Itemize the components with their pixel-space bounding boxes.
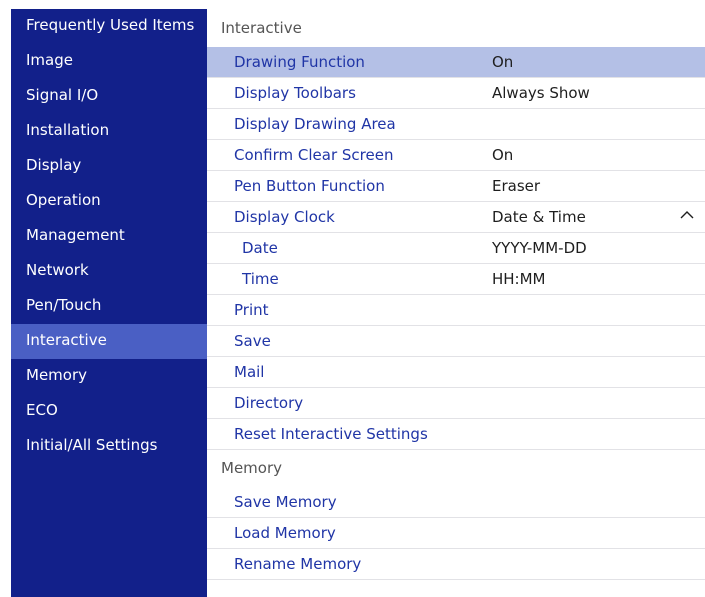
menu-row-save[interactable]: Save (207, 326, 705, 357)
menu-row-drawing-function[interactable]: Drawing Function On (207, 47, 705, 78)
row-value: YYYY-MM-DD (492, 239, 587, 257)
row-label: Time (242, 270, 279, 288)
sidebar-item-display[interactable]: Display (11, 149, 207, 184)
sidebar-item-frequently-used-items[interactable]: Frequently Used Items (11, 9, 207, 44)
sidebar-item-interactive[interactable]: Interactive (11, 324, 207, 359)
row-label: Display Clock (234, 208, 335, 226)
row-label: Date (242, 239, 278, 257)
row-label: Drawing Function (234, 53, 365, 71)
sidebar-menu: Frequently Used Items Image Signal I/O I… (11, 9, 207, 597)
menu-row-save-memory[interactable]: Save Memory (207, 487, 705, 518)
menu-row-date[interactable]: Date YYYY-MM-DD (207, 233, 705, 264)
row-value: Date & Time (492, 208, 586, 226)
sidebar-item-network[interactable]: Network (11, 254, 207, 289)
sidebar-item-initial-all-settings[interactable]: Initial/All Settings (11, 429, 207, 464)
menu-row-display-toolbars[interactable]: Display Toolbars Always Show (207, 78, 705, 109)
menu-row-print[interactable]: Print (207, 295, 705, 326)
menu-row-confirm-clear-screen[interactable]: Confirm Clear Screen On (207, 140, 705, 171)
row-label: Save Memory (234, 493, 337, 511)
menu-row-directory[interactable]: Directory (207, 388, 705, 419)
menu-row-mail[interactable]: Mail (207, 357, 705, 388)
sidebar-item-management[interactable]: Management (11, 219, 207, 254)
row-label: Pen Button Function (234, 177, 385, 195)
section-header-interactive: Interactive (221, 19, 302, 37)
settings-panel: Interactive Drawing Function On Display … (207, 9, 705, 597)
row-label: Confirm Clear Screen (234, 146, 394, 164)
sidebar-item-eco[interactable]: ECO (11, 394, 207, 429)
row-label: Save (234, 332, 271, 350)
row-value: On (492, 53, 514, 71)
section-header-memory: Memory (221, 459, 283, 477)
row-value: On (492, 146, 514, 164)
row-label: Display Toolbars (234, 84, 356, 102)
row-label: Print (234, 301, 269, 319)
sidebar-item-signal-io[interactable]: Signal I/O (11, 79, 207, 114)
row-label: Directory (234, 394, 304, 412)
sidebar-item-installation[interactable]: Installation (11, 114, 207, 149)
row-label: Mail (234, 363, 265, 381)
sidebar-item-image[interactable]: Image (11, 44, 207, 79)
menu-row-display-drawing-area[interactable]: Display Drawing Area (207, 109, 705, 140)
menu-row-time[interactable]: Time HH:MM (207, 264, 705, 295)
chevron-up-icon[interactable] (679, 202, 699, 232)
row-value: Always Show (492, 84, 590, 102)
menu-row-display-clock[interactable]: Display Clock Date & Time (207, 202, 705, 233)
sidebar-item-memory[interactable]: Memory (11, 359, 207, 394)
sidebar-item-operation[interactable]: Operation (11, 184, 207, 219)
sidebar-item-pen-touch[interactable]: Pen/Touch (11, 289, 207, 324)
row-label: Load Memory (234, 524, 336, 542)
row-value: HH:MM (492, 270, 546, 288)
menu-row-rename-memory[interactable]: Rename Memory (207, 549, 705, 580)
row-value: Eraser (492, 177, 541, 195)
row-label: Reset Interactive Settings (234, 425, 428, 443)
menu-row-pen-button-function[interactable]: Pen Button Function Eraser (207, 171, 705, 202)
row-label: Display Drawing Area (234, 115, 396, 133)
row-label: Rename Memory (234, 555, 362, 573)
menu-row-reset-interactive-settings[interactable]: Reset Interactive Settings (207, 419, 705, 450)
menu-row-load-memory[interactable]: Load Memory (207, 518, 705, 549)
